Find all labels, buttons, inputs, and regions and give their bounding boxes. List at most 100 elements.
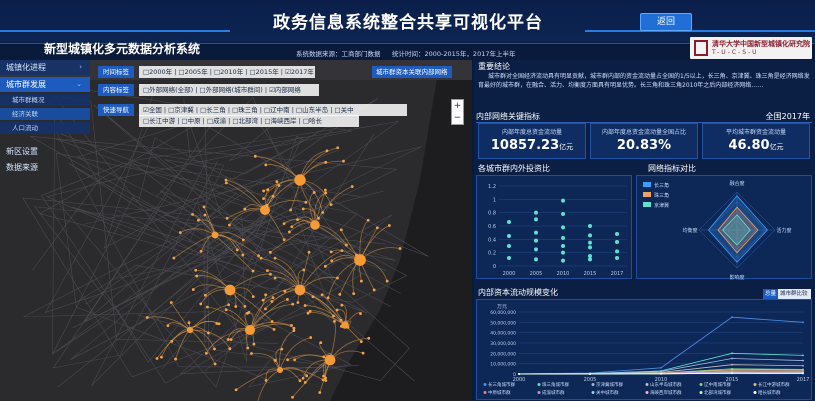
flow-legend-marker [753, 383, 757, 386]
left-nav: 城镇化进程 › 城市群发展 ⌄ 城市群概况 经济关联 人口流动 新区设置 数据来源 [0, 60, 92, 260]
flow-legend-marker [699, 391, 703, 394]
city-dot [304, 200, 308, 204]
scatter-point [561, 258, 565, 263]
system-title: 新型城镇化多元数据分析系统 [44, 42, 201, 56]
scatter-ytick-label: 0.8 [488, 211, 496, 217]
flow-ytick-label: 50,000,000 [490, 320, 516, 326]
city-dot [273, 276, 277, 280]
city-dot [324, 191, 328, 195]
back-button[interactable]: 返回 [640, 13, 692, 31]
radar-axis-label: 影响度 [729, 274, 744, 280]
city-dot [213, 347, 216, 351]
city-dot [259, 256, 263, 260]
city-dot [325, 149, 329, 153]
city-dot [359, 312, 362, 315]
city-dot [303, 381, 307, 384]
content-filter-options[interactable]: □外部网络(全部) | □外部网络(城市群间) | ☑内部网络 [139, 84, 319, 96]
flow-legend-label: 海峡西岸城市群 [650, 389, 682, 396]
flow-legend-label: 京津冀城市群 [596, 381, 623, 388]
city-dot [385, 279, 389, 283]
city-dot [264, 307, 267, 311]
quick-nav-row2[interactable]: □长江中游 | □中原 | □成渝 | □北部湾 | □海峡西岸 | □哈长 [139, 115, 359, 127]
city-dot [307, 250, 311, 254]
nav-item-new-district[interactable]: 新区设置 [0, 144, 90, 159]
city-dot [271, 296, 275, 300]
hub-city-dot [294, 284, 306, 296]
radar-axis-label: 均衡度 [682, 227, 697, 234]
scatter-xtick-label: 2010 [557, 271, 570, 277]
hub-city-dot [354, 254, 366, 266]
kpi-label: 内部年度总资金流动量全国占比 [601, 129, 686, 136]
nav-item-data-source[interactable]: 数据来源 [0, 160, 90, 175]
page-title: 政务信息系统整合共享可视化平台 [273, 13, 543, 33]
scatter-point [561, 236, 565, 240]
flow-toggle-total[interactable]: 总量 [763, 289, 779, 299]
city-dot [359, 279, 363, 283]
flow-legend-label: 成渝城市群 [542, 389, 565, 396]
scatter-point [615, 232, 619, 236]
nav-item-urbanization[interactable]: 城镇化进程 › [0, 60, 90, 75]
flow-ytick-label: 10,000,000 [490, 362, 516, 368]
scatter-point [507, 256, 511, 260]
flow-legend-label: 哈长城市群 [758, 389, 781, 396]
kpi-number: 10857.23 [490, 138, 560, 153]
city-dot [270, 320, 274, 323]
flow-toggle-compare[interactable]: 城市群比较 [778, 291, 810, 297]
city-dot [224, 308, 228, 312]
city-dot [387, 224, 391, 227]
city-dot [266, 188, 270, 192]
hub-city-dot [211, 231, 219, 239]
scatter-ytick-label: 0.4 [488, 237, 496, 243]
scatter-title: 各城市群内外投资比 [478, 164, 550, 173]
institute-logo: 清华大学中国新型城镇化研究院 T-U-C-S-U [690, 37, 812, 59]
zoom-out-button[interactable]: − [452, 112, 463, 124]
nav-sub-population[interactable]: 人口流动 [0, 122, 90, 134]
flow-xtick-label: 2017 [797, 377, 810, 383]
radar-legend-label: 长三角 [654, 182, 669, 189]
nav-sub-overview[interactable]: 城市群概况 [0, 94, 90, 106]
scatter-point [534, 247, 538, 252]
flow-point [731, 316, 733, 319]
scatter-point [561, 198, 565, 203]
flow-point [802, 359, 804, 362]
city-dot [217, 322, 221, 326]
city-dot [311, 295, 315, 299]
nav-sub-economic[interactable]: 经济关联 [0, 108, 90, 120]
city-dot [225, 216, 229, 220]
kpi-value: 46.80亿元 [703, 138, 809, 153]
city-dot [268, 250, 272, 254]
city-dot [303, 304, 307, 307]
flow-legend-label: 长江中游城市群 [758, 381, 790, 388]
city-dot [145, 316, 149, 319]
chevron-right-icon: › [79, 63, 82, 71]
city-dot [203, 213, 207, 217]
scatter-xtick-label: 2005 [530, 271, 543, 277]
header-wing-right [585, 30, 815, 32]
radar-legend-label: 京津冀 [654, 202, 669, 209]
city-dot [322, 374, 325, 378]
radar-legend-swatch [643, 182, 651, 187]
city-dot [270, 300, 274, 303]
city-dot [261, 298, 265, 302]
city-dot [340, 249, 344, 253]
hub-city-dot [260, 205, 270, 215]
city-dot [339, 228, 343, 232]
city-dot [252, 342, 256, 346]
city-dot [224, 181, 228, 185]
nav-item-city-cluster[interactable]: 城市群发展 ⌄ [0, 77, 90, 92]
city-dot [319, 341, 323, 345]
city-dot [321, 378, 325, 382]
city-dot [250, 352, 253, 355]
flow-point [802, 354, 804, 357]
kpi-unit: 亿元 [769, 143, 784, 151]
time-filter-options[interactable]: □2000年 | □2005年 | □2010年 | □2015年 | ☑201… [139, 66, 315, 78]
city-dot [251, 269, 255, 273]
kpi-scope: 全国2017年 [765, 112, 810, 121]
scatter-point [561, 212, 565, 216]
city-dot [309, 336, 313, 339]
kpi-number: 46.80 [728, 138, 770, 153]
scatter-xtick-label: 2017 [611, 271, 624, 277]
city-dot [306, 311, 310, 315]
city-dot [292, 329, 296, 333]
zoom-in-button[interactable]: + [452, 100, 463, 112]
